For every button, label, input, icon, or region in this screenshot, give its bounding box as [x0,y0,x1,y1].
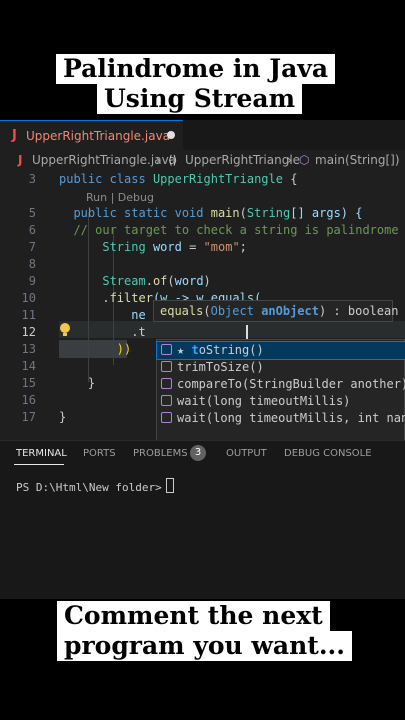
tab-upper-right-triangle[interactable]: J UpperRightTriangle.java [0,120,183,150]
terminal-output[interactable]: PS D:\Html\New folder> [16,478,174,494]
code-line-3: public class UpperRightTriangle { [59,172,297,186]
breadcrumb-class[interactable]: UpperRightTriangle [185,153,300,167]
match-highlight: t [191,343,199,357]
method-name: main [210,206,240,220]
active-tab-indicator [14,464,64,465]
terminal-prompt: PS D:\Html\New folder> [16,481,162,494]
tab-output[interactable]: OUTPUT [226,448,267,459]
code-line-15: } [59,376,95,390]
cube-icon [161,361,172,372]
java-file-icon: J [18,153,23,167]
line-number: 17 [21,410,36,424]
bottom-panel: TERMINAL PORTS PROBLEMS 3 OUTPUT DEBUG C… [0,440,405,599]
line-number: 6 [28,223,36,237]
vscode-editor: J UpperRightTriangle.java J UpperRightTr… [0,120,405,599]
tab-filename: UpperRightTriangle.java [26,129,171,143]
suggestion-item-trimtosize[interactable]: trimToSize() [157,359,405,376]
chevron-right-icon: › [287,153,292,167]
line-number: 5 [28,206,36,220]
java-file-icon: J [12,128,17,143]
line-number: 3 [28,172,36,186]
breadcrumb-file[interactable]: UpperRightTriangle.java [32,153,176,167]
suggestion-item-wait-nanos[interactable]: wait(long timeoutMillis, int nanos) [157,410,405,427]
code-line-9: Stream.of(word) [102,274,211,288]
type-name: String [246,206,291,220]
line-number: 15 [21,376,36,390]
code-comment: // our target to check a string is palin… [59,223,399,237]
tab-debug-console[interactable]: DEBUG CONSOLE [284,448,372,459]
code-line-7: String word = "mom"; [102,240,247,254]
tab-problems[interactable]: PROBLEMS [133,448,188,459]
tab-terminal[interactable]: TERMINAL [16,448,67,459]
tab-ports[interactable]: PORTS [83,448,116,459]
method-name: filter [109,291,153,305]
suggestion-label: trimToSize() [177,360,264,374]
method-name: of [152,274,168,288]
suggestion-label: wait(long timeoutMillis, int nanos) [177,411,405,425]
code-text: } [59,410,67,424]
code-text: } [87,376,96,390]
suggestion-label: compareTo(StringBuilder another) [177,377,405,391]
keyword: public class [59,172,146,186]
param-name: anObject [261,304,319,318]
chevron-right-icon: › [156,153,161,167]
code-line-5: public static void main(String[] args) { [73,206,363,220]
line-number: 10 [21,291,36,305]
variable: word [174,274,204,288]
code-text: .t [131,325,146,339]
method-icon: ⬡ [299,153,310,167]
bottom-caption-line-1: Comment the next [57,601,330,631]
param-type: Object [210,304,254,318]
suggestion-item-tostring[interactable]: ★ toString() [156,341,405,360]
code-line-11: ne [59,308,146,322]
signature-help-popup: equals(Object anObject) : boolean [153,300,398,322]
problems-count-badge: 3 [190,445,206,461]
suggestion-label: wait(long timeoutMillis) [177,394,351,408]
type-name: String [102,240,146,254]
suggestion-text: oString() [198,343,264,357]
return-type: ) : boolean [318,304,399,318]
line-number: 13 [21,342,36,356]
code-text: { [282,172,298,186]
codelens-run-debug[interactable]: Run | Debug [86,191,154,204]
method-name: equals [160,304,204,318]
line-number: 16 [21,393,36,407]
code-line-13: )) [59,342,131,356]
class-icon: ⟨⟩ [168,153,178,167]
video-title-line-1: Palindrome in Java [56,54,336,84]
cube-icon [161,395,172,406]
line-number: 9 [28,274,36,288]
suggestion-item-wait[interactable]: wait(long timeoutMillis) [157,393,405,410]
code-text: [] args) { [290,206,363,220]
line-number: 11 [21,308,36,322]
suggestion-item-compareto[interactable]: compareTo(StringBuilder another) [157,376,405,393]
suggestion-widget: ★ toString() trimToSize() compareTo(Stri… [156,339,405,441]
cube-icon [161,412,172,423]
line-number-current: 12 [21,325,36,339]
breadcrumb-method[interactable]: main(String[]) [315,153,400,167]
string-literal: "mom" [203,240,240,254]
keyword: public static void [73,206,204,220]
code-text: )) [116,342,132,356]
unsaved-dot-icon[interactable] [167,131,175,139]
star-icon: ★ [177,343,192,357]
cube-icon [161,378,172,389]
bottom-caption-line-2: program you want... [57,631,352,661]
suggestion-label: ★ toString() [177,342,264,359]
class-name: UpperRightTriangle [152,172,283,186]
breadcrumb: J UpperRightTriangle.java › ⟨⟩ UpperRigh… [0,150,405,170]
type-name: Stream [102,274,146,288]
cube-icon [161,344,172,355]
variable: word [152,240,182,254]
editor-tab-bar: J UpperRightTriangle.java [0,120,405,150]
code-line-17: } [59,410,66,424]
terminal-cursor [165,478,174,493]
line-number: 14 [21,359,36,373]
line-number: 7 [28,240,36,254]
video-title-line-2: Using Stream [97,84,303,114]
comment-text: // our target to check a string is palin… [73,223,399,237]
code-text: ne [131,308,146,322]
code-line-12: .t [59,325,146,339]
line-number: 8 [28,257,36,271]
